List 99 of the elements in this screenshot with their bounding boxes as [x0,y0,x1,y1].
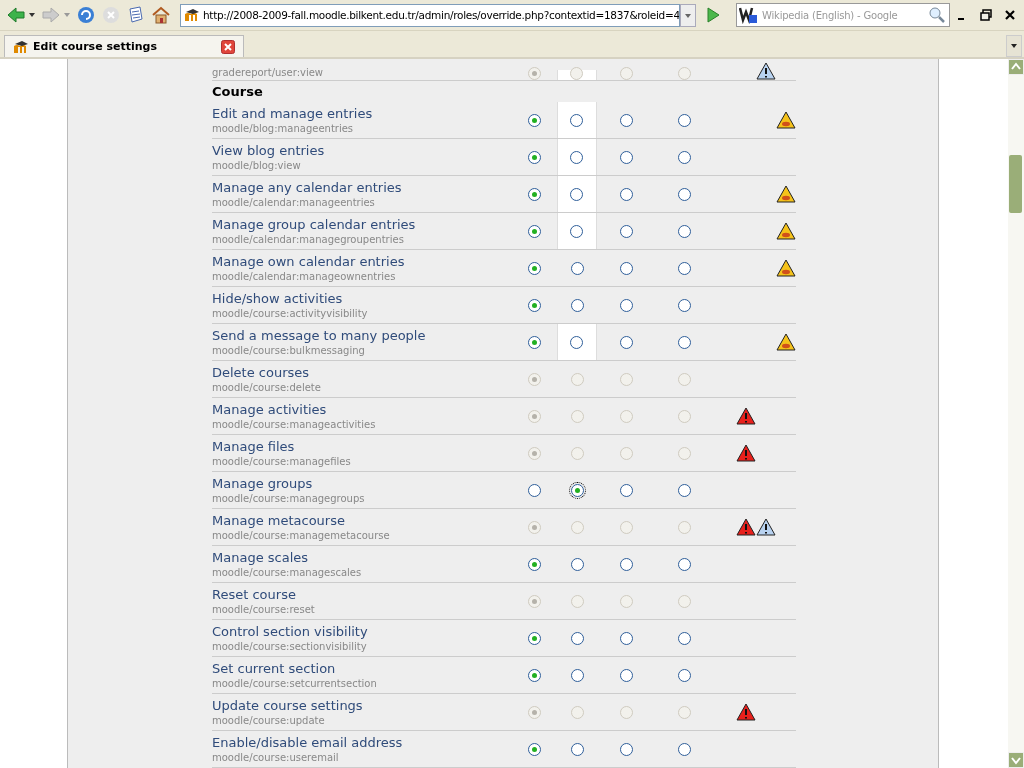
capability-name: moodle/course:sectionvisibility [212,640,368,653]
permission-radio[interactable] [677,668,691,682]
permission-radio[interactable] [620,187,633,201]
permission-radio[interactable] [528,298,542,312]
capability-name: moodle/blog:view [212,159,302,172]
scrollbar[interactable] [1008,59,1024,768]
permission-radio[interactable] [677,187,691,201]
capability-name: moodle/course:managescales [212,566,363,579]
permission-name[interactable]: Manage own calendar entries [212,253,515,270]
capability-name: moodle/calendar:manageownentries [212,270,397,283]
permission-radio[interactable] [527,224,541,238]
permission-name[interactable]: Hide/show activities [212,290,515,307]
permission-radio[interactable] [527,150,541,164]
permission-radio[interactable] [571,631,585,645]
capability-name: moodle/course:managemetacourse [212,529,391,542]
permission-radio[interactable] [571,557,585,571]
permission-radio[interactable] [528,557,542,571]
capability-name: moodle/course:setcurrentsection [212,677,378,690]
home-icon[interactable] [151,5,171,25]
permission-name[interactable]: Manage groups [212,475,515,492]
capability-name: moodle/course:useremail [212,751,340,764]
permission-name[interactable]: Enable/disable email address [212,734,515,751]
moodle-logo-icon [184,8,200,22]
capability-name: moodle/course:manageactivities [212,418,377,431]
permission-radio[interactable] [571,742,585,756]
permission-radio[interactable] [677,335,691,349]
permission-radio[interactable] [619,298,633,312]
permission-radio[interactable] [528,631,542,645]
permission-radio[interactable] [619,261,633,275]
permission-radio[interactable] [571,668,585,682]
restore-icon[interactable] [980,9,992,21]
permission-radio[interactable] [677,150,691,164]
permission-radio[interactable] [620,150,633,164]
capability-name: moodle/course:delete [212,381,322,394]
permission-radio[interactable] [570,335,584,349]
tab-list-caret-icon[interactable] [1006,35,1022,57]
permission-radio[interactable] [528,742,542,756]
capability-name: moodle/course:bulkmessaging [212,344,366,357]
capability-name: moodle/calendar:manageentries [212,196,376,209]
permission-radio[interactable] [570,224,584,238]
permission-name[interactable]: View blog entries [212,142,515,159]
capability-name: moodle/course:update [212,714,326,727]
permission-radio[interactable] [619,483,633,497]
permission-radio[interactable] [571,483,585,497]
browser-tab[interactable]: Edit course settings [4,35,244,57]
permission-radio[interactable] [527,335,541,349]
permission-name[interactable]: Edit and manage entries [212,105,515,122]
section-heading: Course [212,83,264,101]
permission-name[interactable]: Manage scales [212,549,515,566]
permission-radio[interactable] [570,187,584,201]
permission-radio[interactable] [620,113,633,127]
permission-radio[interactable] [528,261,542,275]
search-placeholder: Wikipedia (English) - Google [761,9,899,21]
dropdown-caret-icon[interactable] [28,11,36,19]
search-engine-icon[interactable] [739,6,759,24]
permission-radio[interactable] [677,631,691,645]
address-field[interactable]: http://2008-2009-fall.moodle.bilkent.edu.tr/admin/roles/override.php?contextid=1837&roleid=4 [180,3,680,27]
permission-radio[interactable] [677,298,691,312]
permission-radio[interactable] [571,261,585,275]
capability-name: moodle/course:managefiles [212,455,352,468]
permission-radio[interactable] [570,113,584,127]
tab-title: Edit course settings [33,40,157,53]
permission-name[interactable]: Control section visibility [212,623,515,640]
capability-name: moodle/course:reset [212,603,316,616]
capability-name: moodle/calendar:managegroupentries [212,233,405,246]
permission-radio[interactable] [527,187,541,201]
scroll-thumb[interactable] [1009,155,1022,213]
reload-icon[interactable] [76,5,96,25]
permission-radio[interactable] [677,113,691,127]
capability-name: gradereport/user:view [212,66,325,79]
moodle-logo-icon [13,39,29,54]
close-icon[interactable] [1004,9,1016,21]
permission-radio[interactable] [619,742,633,756]
permission-radio[interactable] [619,631,633,645]
search-icon[interactable] [928,6,946,24]
permission-name[interactable]: Set current section [212,660,515,677]
permission-radio[interactable] [620,224,633,238]
permission-radio[interactable] [528,483,542,497]
capability-name: moodle/blog:manageentries [212,122,355,135]
permission-radio[interactable] [527,113,541,127]
permission-radio[interactable] [619,668,633,682]
permission-radio[interactable] [570,150,584,164]
permission-radio[interactable] [571,298,585,312]
close-tab-icon[interactable] [221,39,235,54]
permission-radio[interactable] [677,483,691,497]
permission-radio[interactable] [620,335,633,349]
permission-name[interactable]: Manage any calendar entries [212,179,515,196]
permission-radio[interactable] [619,557,633,571]
capability-name: moodle/course:activityvisibility [212,307,369,320]
permission-name[interactable]: Send a message to many people [212,327,515,344]
page-icon[interactable] [126,5,146,25]
permission-radio[interactable] [677,261,691,275]
permission-radio[interactable] [677,224,691,238]
permission-radio[interactable] [677,557,691,571]
permission-radio[interactable] [677,742,691,756]
url-text: http://2008-2009-fall.moodle.bilkent.edu.tr/admin/roles/override.php?contextid=1837&roleid=4 [203,9,679,21]
permission-radio[interactable] [528,668,542,682]
permission-name[interactable]: Manage group calendar entries [212,216,515,233]
capability-name: moodle/course:managegroups [212,492,366,505]
